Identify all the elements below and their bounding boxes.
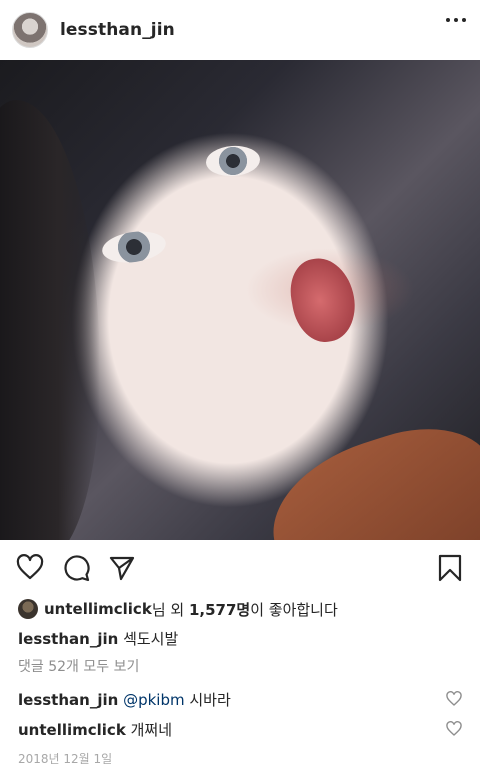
view-all-comments-link[interactable]: 댓글 52개 모두 보기 xyxy=(0,656,480,678)
send-icon[interactable] xyxy=(108,554,136,582)
post-caption: lessthan_jin 섹도시발 xyxy=(0,628,480,650)
post-header: lessthan_jin xyxy=(0,0,480,60)
comment-mention[interactable]: @pkibm xyxy=(123,691,185,709)
more-icon[interactable] xyxy=(446,18,466,22)
likes-count[interactable]: 1,577명 xyxy=(189,599,250,620)
heart-icon[interactable] xyxy=(16,554,44,582)
comment-text: 시바라 xyxy=(184,690,231,709)
caption-username[interactable]: lessthan_jin xyxy=(18,630,118,648)
comment-username[interactable]: untellimclick xyxy=(18,721,126,739)
liker-avatar[interactable] xyxy=(18,599,38,619)
comment-icon[interactable] xyxy=(62,554,90,582)
photo-hair xyxy=(0,100,100,540)
comment-row: untellimclick 개쩌네 xyxy=(0,714,480,744)
photo-sweater xyxy=(253,407,480,540)
likes-mid-text: 님 외 xyxy=(151,600,189,619)
avatar[interactable] xyxy=(12,12,48,48)
photo-eye-right xyxy=(205,144,261,178)
likes-summary: untellimclick 님 외 1,577명 이 좋아합니다 xyxy=(0,596,480,622)
bookmark-icon[interactable] xyxy=(436,554,464,582)
photo-eye-left xyxy=(100,227,168,267)
post-timestamp: 2018년 12월 1일 xyxy=(18,752,113,766)
photo-lips xyxy=(285,253,361,347)
comment-row: lessthan_jin @pkibm 시바라 xyxy=(0,684,480,714)
likes-suffix-text: 이 좋아합니다 xyxy=(250,600,338,619)
post-photo[interactable] xyxy=(0,60,480,540)
comment-like-heart-icon[interactable] xyxy=(446,691,462,707)
comment-username[interactable]: lessthan_jin xyxy=(18,691,118,709)
post-actions xyxy=(0,540,480,596)
liker-username[interactable]: untellimclick xyxy=(44,600,152,618)
caption-text: 섹도시발 xyxy=(123,630,179,648)
comment-like-heart-icon[interactable] xyxy=(446,721,462,737)
post-author-username[interactable]: lessthan_jin xyxy=(60,20,175,40)
comment-text: 개쩌네 xyxy=(130,720,172,739)
